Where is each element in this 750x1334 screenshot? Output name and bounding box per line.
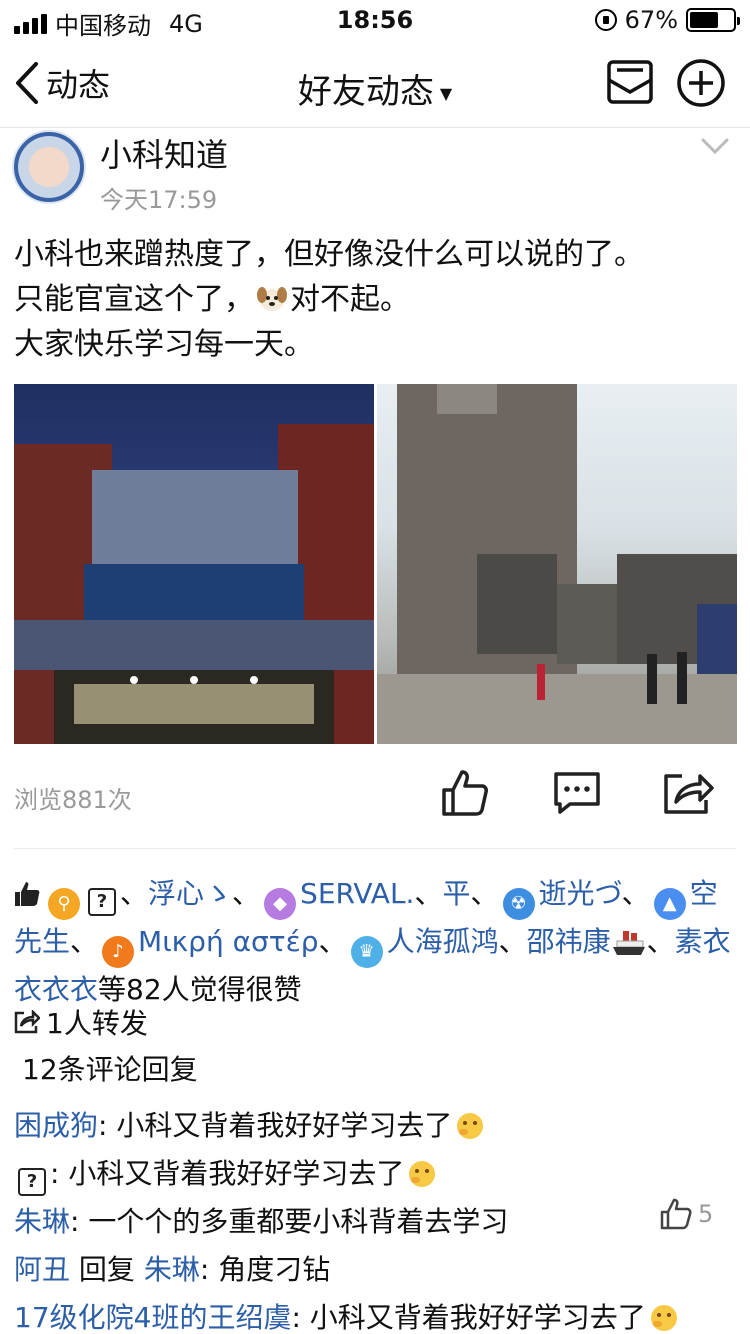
post-line: 只能官宣这个了， 对不起。 bbox=[14, 277, 736, 322]
share-icon bbox=[664, 774, 714, 814]
comment-text: 一个个的多重都要小科背着去学习 bbox=[88, 1205, 509, 1238]
separator: 、 bbox=[70, 925, 99, 958]
thumbs-up-filled-icon bbox=[15, 882, 40, 906]
status-right: 67% bbox=[594, 6, 740, 34]
author-name[interactable]: 小科知道 bbox=[100, 130, 228, 176]
post-line: 大家快乐学习每一天。 bbox=[14, 327, 314, 362]
commenter-name[interactable]: 困成狗 bbox=[14, 1109, 98, 1142]
post-text: 小科也来蹭热度了，但好像没什么可以说的了。 只能官宣这个了， 对不起。 大家快乐学… bbox=[14, 232, 736, 367]
comment-count[interactable]: 12条评论回复 bbox=[22, 1048, 198, 1088]
share-small-icon bbox=[14, 1010, 40, 1034]
comment-text: 小科又背着我好好学习去了 bbox=[68, 1157, 405, 1190]
purple-badge-icon: ◆ bbox=[264, 888, 297, 920]
nav-title-text: 好友动态 bbox=[297, 72, 434, 112]
comment-bubble-icon bbox=[554, 772, 600, 814]
radiation-badge-icon: ☢ bbox=[502, 888, 535, 920]
comment-text: 小科又背着我好好学习去了 bbox=[116, 1109, 453, 1142]
thumbs-up-icon bbox=[660, 1198, 692, 1230]
commenter-name[interactable]: 17级化院4班的王绍虞 bbox=[14, 1301, 291, 1334]
comment-item[interactable]: 阿丑 回复 朱琳: 角度刁钻 bbox=[14, 1248, 736, 1288]
dog-emoji-icon bbox=[257, 287, 287, 311]
comment-text: 小科又背着我好好学习去了 bbox=[309, 1301, 646, 1334]
battery-fill bbox=[690, 12, 719, 28]
share-button[interactable] bbox=[662, 770, 714, 820]
comment-button[interactable] bbox=[552, 770, 602, 820]
forward-label: 1人转发 bbox=[46, 1007, 148, 1040]
library-building-photo bbox=[14, 424, 374, 744]
comment-item[interactable]: ?: 小科又背着我好好学习去了 bbox=[14, 1152, 736, 1196]
separator: 、 bbox=[318, 925, 347, 958]
crown-badge-icon: ♛ bbox=[350, 936, 383, 968]
status-bar: 中国移动 4G 18:56 67% bbox=[0, 0, 750, 40]
thumbs-up-icon bbox=[442, 770, 488, 816]
like-button[interactable] bbox=[440, 768, 490, 822]
comment-sep: : bbox=[199, 1253, 219, 1286]
post-menu-button[interactable] bbox=[700, 136, 730, 160]
comment-like-button[interactable]: 5 bbox=[660, 1198, 713, 1230]
caret-down-icon: ▼ bbox=[439, 84, 453, 103]
comment-sep: : bbox=[98, 1109, 117, 1142]
rotation-lock-icon bbox=[594, 9, 617, 31]
post-photo-2[interactable] bbox=[377, 384, 737, 744]
campus-tower-photo bbox=[377, 384, 737, 744]
post-time: 今天17:59 bbox=[100, 186, 218, 214]
comment-sep: : bbox=[70, 1205, 89, 1238]
liker-name[interactable]: SERVAL. bbox=[300, 877, 414, 910]
liker-name[interactable]: 浮心ゝ bbox=[148, 877, 232, 910]
nav-bar: 动态 好友动态 ▼ bbox=[0, 40, 750, 128]
commenter-name[interactable]: ? bbox=[18, 1168, 46, 1196]
liker-name[interactable]: Μικρή αστέρ bbox=[138, 925, 319, 958]
post-line-part: 对不起。 bbox=[290, 282, 410, 317]
liker-name[interactable]: 邵祎康 bbox=[527, 925, 611, 958]
separator: 、 bbox=[120, 877, 149, 910]
separator: 、 bbox=[414, 877, 443, 910]
liker-name[interactable]: 平 bbox=[442, 877, 470, 910]
search-badge-icon: ⚲ bbox=[48, 888, 80, 920]
commenter-name[interactable]: 朱琳 bbox=[14, 1205, 70, 1238]
rocket-badge-icon: ▲ bbox=[653, 888, 686, 920]
chevron-down-icon bbox=[701, 138, 729, 155]
post-photo-1[interactable] bbox=[14, 384, 374, 744]
view-count: 浏览881次 bbox=[14, 786, 132, 814]
inbox-icon bbox=[607, 60, 653, 104]
plus-circle-icon bbox=[677, 59, 725, 107]
reply-to-name[interactable]: 朱琳 bbox=[144, 1253, 200, 1286]
divider bbox=[14, 848, 736, 849]
shush-emoji-icon bbox=[650, 1305, 677, 1331]
comment-item[interactable]: 17级化院4班的王绍虞: 小科又背着我好好学习去了 bbox=[14, 1296, 736, 1334]
post-line-part: 只能官宣这个了， bbox=[14, 282, 254, 317]
comment-item[interactable]: 困成狗: 小科又背着我好好学习去了 bbox=[14, 1104, 736, 1144]
comment-text: 角度刁钻 bbox=[218, 1253, 331, 1286]
likes-list: ⚲? 、浮心ゝ、 ◆ SERVAL.、平、 ☢ 逝光づ、 ▲ 空先生、 ♪ Μικρή αστέρ… bbox=[14, 872, 736, 1012]
post-line: 小科也来蹭热度了，但好像没什么可以说的了。 bbox=[14, 237, 644, 272]
commenter-name[interactable]: 阿丑 bbox=[14, 1253, 70, 1286]
ship-emoji-icon bbox=[612, 931, 645, 955]
comment-sep: : bbox=[291, 1301, 310, 1334]
separator: 、 bbox=[470, 877, 499, 910]
separator: 、 bbox=[646, 925, 675, 958]
unknown-avatar-icon: ? bbox=[88, 888, 116, 916]
battery-percent: 67% bbox=[624, 6, 678, 34]
comment-sep: : bbox=[50, 1157, 69, 1190]
battery-icon bbox=[686, 8, 740, 32]
liker-name[interactable]: 逝光づ bbox=[539, 877, 622, 910]
add-post-button[interactable] bbox=[676, 58, 726, 112]
separator: 、 bbox=[621, 877, 650, 910]
forward-count[interactable]: 1人转发 bbox=[14, 1002, 148, 1042]
separator: 、 bbox=[232, 877, 261, 910]
reply-word: 回复 bbox=[70, 1253, 144, 1286]
music-badge-icon: ♪ bbox=[102, 936, 135, 968]
author-avatar[interactable] bbox=[12, 130, 86, 204]
shush-emoji-icon bbox=[409, 1161, 436, 1187]
comment-like-count: 5 bbox=[698, 1200, 714, 1228]
comment-item[interactable]: 朱琳: 一个个的多重都要小科背着去学习 bbox=[14, 1200, 736, 1240]
messages-button[interactable] bbox=[606, 58, 654, 110]
separator: 、 bbox=[498, 925, 527, 958]
liker-name[interactable]: 人海孤鸿 bbox=[387, 925, 499, 958]
shush-emoji-icon bbox=[457, 1113, 484, 1139]
